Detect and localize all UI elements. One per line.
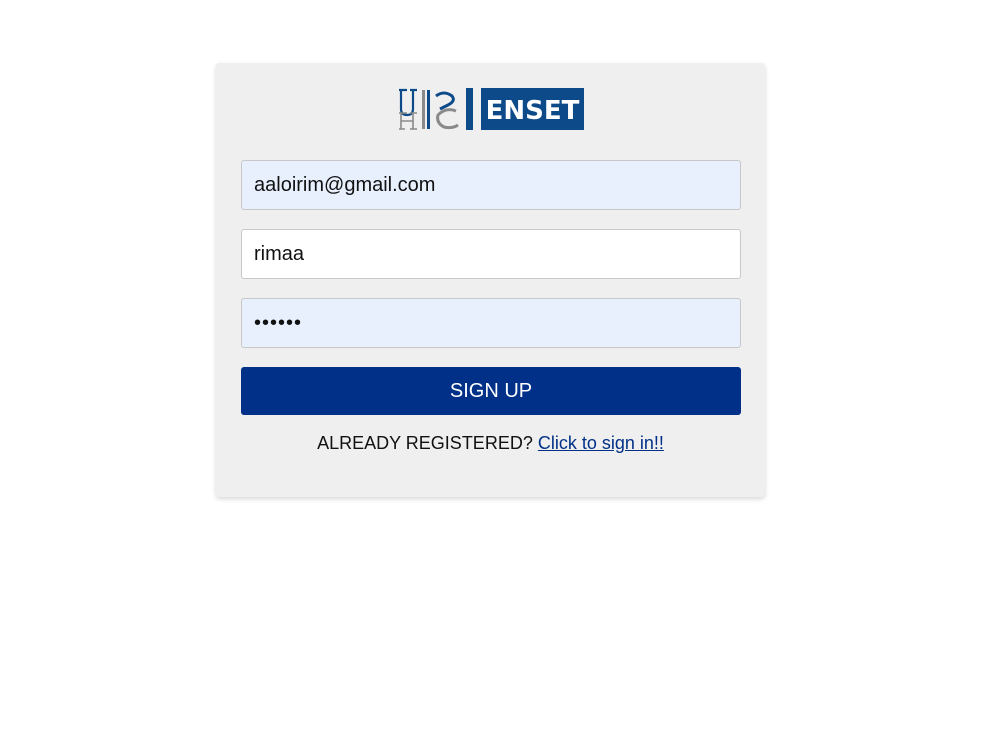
already-registered-text: ALREADY REGISTERED?	[317, 433, 533, 453]
username-field[interactable]	[241, 229, 741, 279]
password-field[interactable]	[241, 298, 741, 348]
enset-text: ENSET	[486, 96, 580, 126]
sign-in-link[interactable]: Click to sign in!!	[538, 433, 664, 453]
logo-divider	[466, 88, 473, 130]
already-registered-line: ALREADY REGISTERED? Click to sign in!!	[216, 432, 765, 454]
email-field[interactable]	[241, 160, 741, 210]
uh2c-monogram	[399, 88, 459, 130]
signup-card: ENSET SIGN UP ALREADY REGISTERED? Click …	[216, 63, 765, 497]
enset-logo: ENSET	[399, 88, 584, 130]
sign-up-button[interactable]: SIGN UP	[241, 367, 741, 415]
